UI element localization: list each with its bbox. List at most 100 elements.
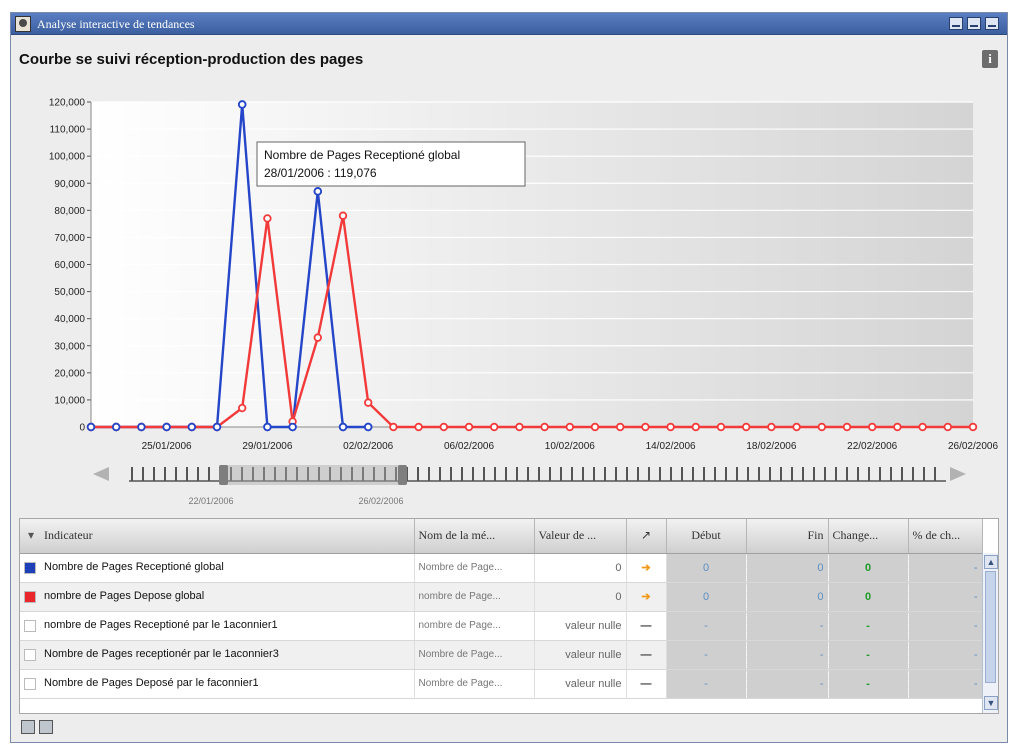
app-icon xyxy=(15,16,31,32)
measure-name-cell: nombre de Page... xyxy=(414,582,535,612)
trend-cell: — xyxy=(626,669,667,699)
series-2-point xyxy=(237,403,247,413)
series-2-point xyxy=(742,422,751,432)
series-2-point xyxy=(338,211,348,220)
series-1-point xyxy=(162,422,171,432)
start-cell: - xyxy=(666,640,747,670)
series-2-point xyxy=(691,422,700,432)
column-header-trend[interactable]: ↗ xyxy=(626,519,667,554)
x-tick-label: 29/01/2006 xyxy=(242,441,292,452)
timeline-tick xyxy=(791,467,793,481)
series-1-point xyxy=(137,422,146,432)
table-row[interactable]: Nombre de Pages receptionér par le 1acon… xyxy=(20,640,983,670)
timeline-tick xyxy=(736,467,738,481)
minimize-button[interactable] xyxy=(949,17,963,30)
series-color-swatch xyxy=(24,677,36,690)
table-row[interactable]: nombre de Pages Receptioné par le 1aconn… xyxy=(20,611,983,641)
indicator-cell[interactable]: nombre de Pages Depose global xyxy=(20,582,415,612)
trend-cell: ➔ xyxy=(626,553,667,583)
table-vertical-scrollbar[interactable]: ▲ ▼ xyxy=(982,553,998,713)
column-header-indicator[interactable]: ▾ Indicateur xyxy=(20,519,415,554)
series-2-point xyxy=(464,422,474,432)
series-1-point xyxy=(111,422,121,432)
timeline-tick xyxy=(439,467,441,481)
scroll-up-icon[interactable]: ▲ xyxy=(984,555,998,569)
table-row[interactable]: Nombre de Pages Receptioné global Nombre … xyxy=(20,553,983,583)
y-tick-label: 90,000 xyxy=(54,179,85,190)
table-row[interactable]: nombre de Pages Depose global nombre de P… xyxy=(20,582,983,612)
timeline-tick xyxy=(494,467,496,481)
timeline-tick xyxy=(692,467,694,481)
timeline-left-arrow-icon xyxy=(93,467,109,481)
database-icon[interactable] xyxy=(39,720,53,734)
sort-caret-icon[interactable]: ▾ xyxy=(28,528,34,542)
x-tick-label: 06/02/2006 xyxy=(444,441,494,452)
end-cell: - xyxy=(746,669,829,699)
y-tick-label: 120,000 xyxy=(49,98,86,109)
x-tick-label: 02/02/2006 xyxy=(343,441,393,452)
timeline-tick xyxy=(604,467,606,481)
timeline-slider[interactable]: 22/01/2006 26/02/2006 xyxy=(11,463,1007,513)
timeline-tick xyxy=(582,467,584,481)
close-button[interactable] xyxy=(985,17,999,30)
timeline-tick xyxy=(824,467,826,481)
column-header-measure-name[interactable]: Nom de la mé... xyxy=(414,519,535,554)
series-2-point xyxy=(716,422,726,432)
series-2-point xyxy=(540,422,549,432)
timeline-tick xyxy=(934,467,936,481)
trend-cell: — xyxy=(626,611,667,641)
y-tick-label: 70,000 xyxy=(54,233,85,244)
timeline-tick xyxy=(153,467,155,481)
series-2-point xyxy=(868,422,877,432)
measure-name-cell: nombre de Page... xyxy=(414,611,535,641)
value-cell: 0 xyxy=(534,582,627,612)
indicator-cell[interactable]: nombre de Pages Receptioné par le 1aconn… xyxy=(20,611,415,641)
y-tick-label: 80,000 xyxy=(54,206,85,217)
timeline-tick xyxy=(208,467,210,481)
end-cell: - xyxy=(746,640,829,670)
timeline-tick xyxy=(857,467,859,481)
series-1-point xyxy=(212,422,222,432)
y-tick-label: 40,000 xyxy=(54,314,85,325)
table-row[interactable]: Nombre de Pages Deposé par le faconnier1… xyxy=(20,669,983,699)
column-header-change[interactable]: Change... xyxy=(828,519,909,554)
scroll-down-icon[interactable]: ▼ xyxy=(984,696,998,710)
series-1-point xyxy=(338,422,348,432)
series-2-point xyxy=(313,333,322,342)
edit-icon[interactable] xyxy=(21,720,35,734)
column-header-pct-change[interactable]: % de ch... xyxy=(908,519,983,554)
series-2-point xyxy=(641,422,650,432)
window-title: Analyse interactive de tendances xyxy=(37,17,195,31)
timeline-tick xyxy=(186,467,188,481)
pct-change-cell: - xyxy=(908,553,983,583)
value-cell: valeur nulle xyxy=(534,640,627,670)
column-header-value[interactable]: Valeur de ... xyxy=(534,519,627,554)
info-icon[interactable]: i xyxy=(982,50,998,68)
measure-name-cell: Nombre de Page... xyxy=(414,669,535,699)
column-header-end[interactable]: Fin xyxy=(746,519,829,554)
timeline-tick xyxy=(516,467,518,481)
column-header-start[interactable]: Début xyxy=(666,519,747,554)
timeline-tick xyxy=(538,467,540,481)
series-1-point xyxy=(86,422,96,432)
timeline-left-handle xyxy=(219,465,228,485)
series-1-point xyxy=(313,187,322,196)
indicator-cell[interactable]: Nombre de Pages receptionér par le 1acon… xyxy=(20,640,415,670)
x-tick-label: 14/02/2006 xyxy=(646,441,696,452)
series-2-point xyxy=(263,214,272,223)
indicator-cell[interactable]: Nombre de Pages Receptioné global xyxy=(20,553,415,583)
series-1-point xyxy=(263,422,272,432)
timeline-tick xyxy=(175,467,177,481)
series-color-swatch xyxy=(24,648,36,661)
timeline-range-end: 26/02/2006 xyxy=(358,496,403,506)
timeline-tick xyxy=(131,467,133,481)
value-cell: valeur nulle xyxy=(534,669,627,699)
indicator-cell[interactable]: Nombre de Pages Deposé par le faconnier1 xyxy=(20,669,415,699)
measure-name-cell: Nombre de Page... xyxy=(414,640,535,670)
scroll-thumb[interactable] xyxy=(985,571,996,683)
title-bar[interactable]: Analyse interactive de tendances xyxy=(11,13,1007,35)
start-cell: - xyxy=(666,669,747,699)
maximize-button[interactable] xyxy=(967,17,981,30)
y-tick-label: 110,000 xyxy=(50,125,86,136)
series-2-point xyxy=(515,422,524,432)
